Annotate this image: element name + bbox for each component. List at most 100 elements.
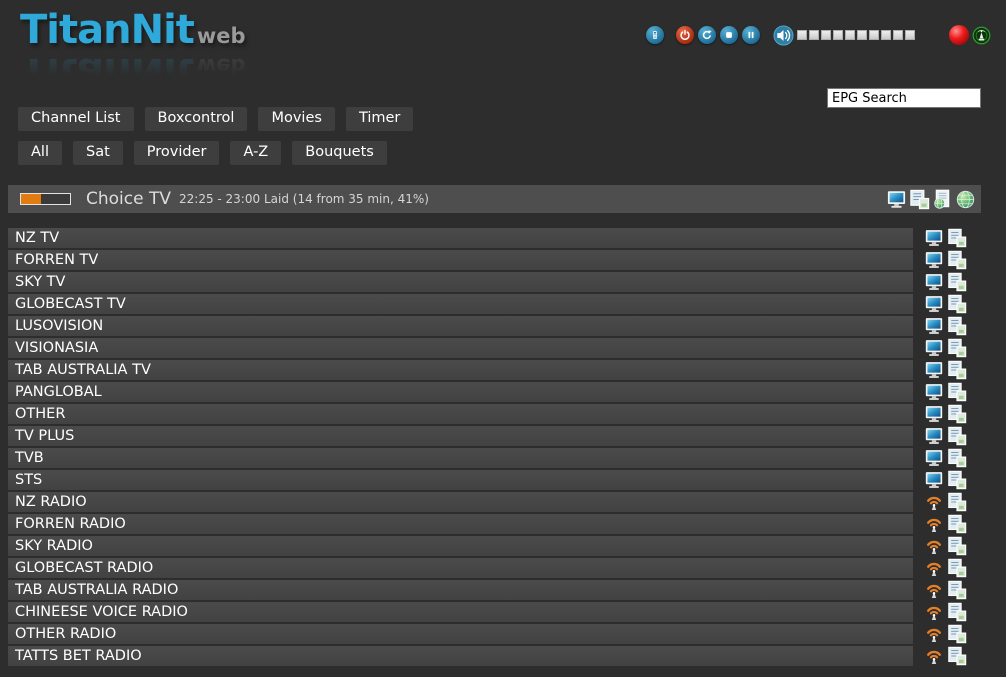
channel-item[interactable]: PANGLOBAL — [8, 382, 913, 402]
volume-segment[interactable] — [821, 30, 831, 40]
radio-icon[interactable] — [924, 624, 944, 644]
tv-icon[interactable] — [924, 250, 944, 270]
volume-segment[interactable] — [857, 30, 867, 40]
epg-icon[interactable] — [947, 448, 967, 468]
volume-icon[interactable] — [773, 25, 794, 46]
tv-icon[interactable] — [924, 470, 944, 490]
channel-row-actions — [924, 382, 967, 402]
channel-item[interactable]: TAB AUSTRALIA RADIO — [8, 580, 913, 600]
record-indicator[interactable] — [948, 24, 970, 46]
filter-provider[interactable]: Provider — [134, 141, 220, 165]
channel-row-actions — [924, 646, 967, 666]
epg-icon[interactable] — [947, 250, 967, 270]
radio-icon[interactable] — [924, 646, 944, 666]
tv-icon[interactable] — [924, 316, 944, 336]
volume-segment[interactable] — [809, 30, 819, 40]
channel-item[interactable]: TV PLUS — [8, 426, 913, 446]
volume-segment[interactable] — [881, 30, 891, 40]
channel-item[interactable]: NZ TV — [8, 228, 913, 248]
filter-a-z[interactable]: A-Z — [230, 141, 281, 165]
volume-bar[interactable] — [797, 30, 915, 40]
channel-item[interactable]: STS — [8, 470, 913, 490]
radio-icon[interactable] — [924, 536, 944, 556]
volume-segment[interactable] — [893, 30, 903, 40]
pause-button[interactable] — [742, 26, 760, 44]
stop-button[interactable] — [720, 26, 738, 44]
channel-item[interactable]: TVB — [8, 448, 913, 468]
filter-sat[interactable]: Sat — [73, 141, 123, 165]
volume-segment[interactable] — [905, 30, 915, 40]
tv-icon[interactable] — [924, 228, 944, 248]
tv-icon[interactable] — [924, 382, 944, 402]
channel-item[interactable]: VISIONASIA — [8, 338, 913, 358]
epg-icon[interactable] — [909, 189, 930, 210]
channel-item[interactable]: OTHER — [8, 404, 913, 424]
epg-icon[interactable] — [947, 646, 967, 666]
remote-button[interactable] — [646, 26, 664, 44]
channel-item[interactable]: FORREN TV — [8, 250, 913, 270]
stream-icon[interactable] — [932, 189, 953, 210]
volume-segment[interactable] — [845, 30, 855, 40]
tv-icon[interactable] — [924, 360, 944, 380]
channel-item[interactable]: TATTS BET RADIO — [8, 646, 913, 666]
tv-icon[interactable] — [924, 404, 944, 424]
epg-icon[interactable] — [947, 624, 967, 644]
epg-icon[interactable] — [947, 316, 967, 336]
epg-icon[interactable] — [947, 294, 967, 314]
reload-icon — [701, 29, 713, 41]
epg-icon[interactable] — [947, 338, 967, 358]
channel-item[interactable]: FORREN RADIO — [8, 514, 913, 534]
epg-icon[interactable] — [947, 228, 967, 248]
channel-item[interactable]: CHINEESE VOICE RADIO — [8, 602, 913, 622]
channel-item[interactable]: LUSOVISION — [8, 316, 913, 336]
epg-icon[interactable] — [947, 360, 967, 380]
nav-timer[interactable]: Timer — [346, 107, 413, 131]
signal-icon[interactable] — [972, 26, 991, 45]
channel-item[interactable]: OTHER RADIO — [8, 624, 913, 644]
epg-icon[interactable] — [947, 580, 967, 600]
epg-icon[interactable] — [947, 558, 967, 578]
tv-icon[interactable] — [924, 272, 944, 292]
main-nav: Channel List Boxcontrol Movies Timer — [18, 107, 413, 131]
radio-icon[interactable] — [924, 602, 944, 622]
radio-icon[interactable] — [924, 492, 944, 512]
epg-search-input[interactable] — [827, 88, 981, 108]
screenshot-icon[interactable] — [886, 189, 907, 210]
web-icon[interactable] — [955, 189, 976, 210]
channel-item[interactable]: GLOBECAST TV — [8, 294, 913, 314]
channel-item[interactable]: TAB AUSTRALIA TV — [8, 360, 913, 380]
radio-icon[interactable] — [924, 580, 944, 600]
tv-icon[interactable] — [924, 448, 944, 468]
reload-button[interactable] — [698, 26, 716, 44]
channel-row: FORREN RADIO — [8, 514, 967, 534]
volume-segment[interactable] — [869, 30, 879, 40]
nav-channel-list[interactable]: Channel List — [18, 107, 134, 131]
epg-icon[interactable] — [947, 536, 967, 556]
tv-icon[interactable] — [924, 338, 944, 358]
nav-movies[interactable]: Movies — [258, 107, 334, 131]
channel-item[interactable]: SKY RADIO — [8, 536, 913, 556]
channel-name: TAB AUSTRALIA RADIO — [15, 582, 178, 598]
volume-segment[interactable] — [797, 30, 807, 40]
filter-bouquets[interactable]: Bouquets — [292, 141, 387, 165]
tv-icon[interactable] — [924, 294, 944, 314]
radio-icon[interactable] — [924, 514, 944, 534]
power-button[interactable] — [676, 26, 694, 44]
epg-icon[interactable] — [947, 492, 967, 512]
progress-fill — [21, 194, 41, 204]
epg-icon[interactable] — [947, 404, 967, 424]
tv-icon[interactable] — [924, 426, 944, 446]
channel-item[interactable]: GLOBECAST RADIO — [8, 558, 913, 578]
radio-icon[interactable] — [924, 558, 944, 578]
channel-item[interactable]: NZ RADIO — [8, 492, 913, 512]
epg-icon[interactable] — [947, 426, 967, 446]
epg-icon[interactable] — [947, 272, 967, 292]
epg-icon[interactable] — [947, 514, 967, 534]
filter-all[interactable]: All — [18, 141, 62, 165]
epg-icon[interactable] — [947, 382, 967, 402]
nav-boxcontrol[interactable]: Boxcontrol — [145, 107, 248, 131]
channel-item[interactable]: SKY TV — [8, 272, 913, 292]
epg-icon[interactable] — [947, 602, 967, 622]
epg-icon[interactable] — [947, 470, 967, 490]
volume-segment[interactable] — [833, 30, 843, 40]
